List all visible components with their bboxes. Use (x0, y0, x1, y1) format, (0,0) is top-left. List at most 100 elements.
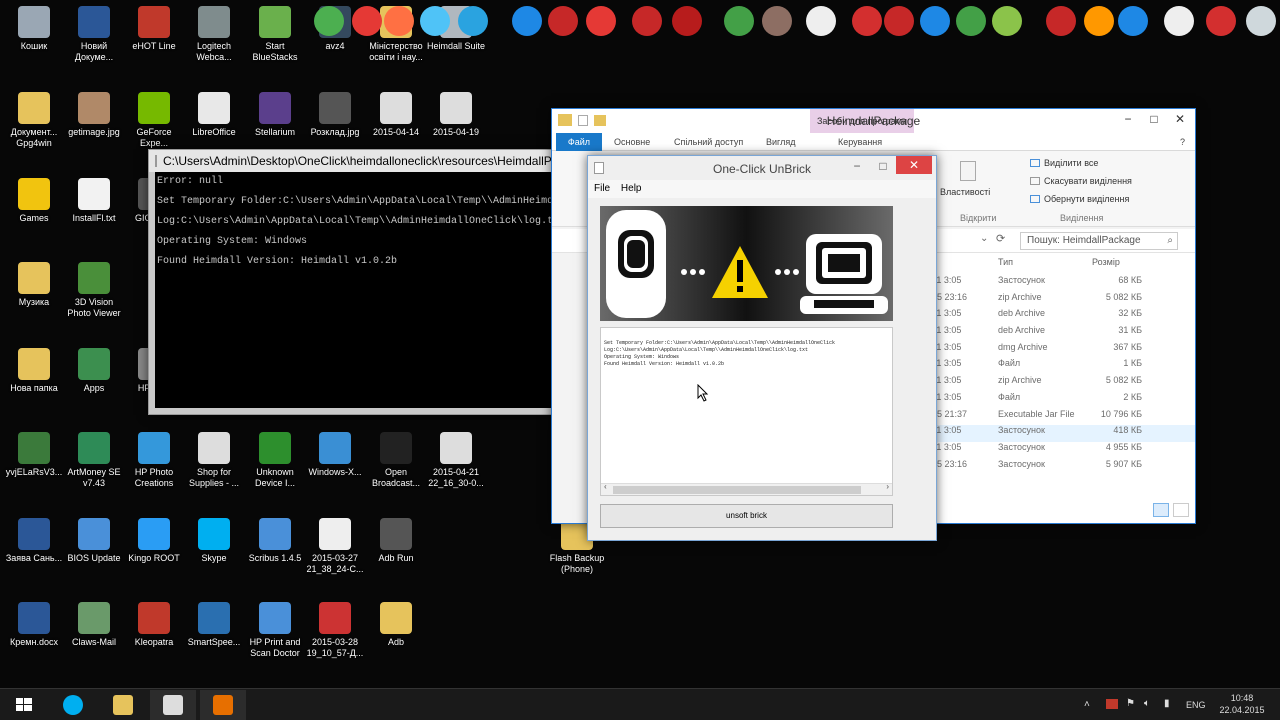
close-button[interactable]: ✕ (896, 156, 932, 174)
gift-icon[interactable] (672, 6, 702, 36)
filezilla-icon[interactable] (548, 6, 578, 36)
firefox-icon[interactable] (384, 6, 414, 36)
menu-file[interactable]: File (594, 183, 610, 194)
ccleaner-icon[interactable] (1206, 6, 1236, 36)
desktop-icon[interactable]: Logitech Webca... (182, 2, 246, 84)
drop-icon[interactable] (512, 6, 542, 36)
details-view-icon[interactable] (1153, 503, 1169, 517)
dc-icon[interactable] (1046, 6, 1076, 36)
opera-icon[interactable] (352, 6, 382, 36)
desktop-icon[interactable]: yvjELaRsV3... (2, 428, 66, 510)
tab-view[interactable]: Вигляд (766, 137, 796, 147)
table-row[interactable]: 11 3:05 deb Archive 31 КБ (932, 325, 1195, 342)
file-list[interactable]: Тип Розмір 11 3:05 Застосунок 68 КБ 15 23:1… (932, 253, 1195, 523)
clock-icon[interactable] (1164, 6, 1194, 36)
tab-home[interactable]: Основне (614, 137, 650, 147)
language-indicator[interactable]: ENG (1186, 689, 1206, 720)
table-row[interactable]: 15 21:37 Executable Jar File 10 796 КБ (932, 409, 1195, 426)
table-row[interactable]: 11 3:05 zip Archive 5 082 КБ (932, 375, 1195, 392)
explorer-title-bar[interactable]: Засоби для програми HeimdallPackage − □ … (552, 109, 1195, 133)
desktop-icon[interactable]: BIOS Update (62, 514, 126, 596)
system-tray[interactable]: ˄ ⚑ 🔈︎ ▮ (1076, 689, 1196, 720)
properties-button[interactable]: Властивості (940, 187, 990, 197)
telegram-icon[interactable] (458, 6, 488, 36)
desktop-icon[interactable]: getimage.jpg (62, 88, 126, 170)
volume-icon[interactable]: 🔈︎ (1144, 698, 1150, 709)
select-none-button[interactable]: Скасувати виділення (1044, 176, 1132, 186)
desktop-icon[interactable]: SmartSpee... (182, 598, 246, 680)
close-button[interactable]: ✕ (1167, 109, 1193, 129)
desktop-icon[interactable]: Start BlueStacks (243, 2, 307, 84)
unbrick-log[interactable]: Set Temporary Folder:C:\Users\Admin\AppD… (600, 327, 893, 496)
taskbar-button[interactable] (200, 690, 246, 720)
select-all-button[interactable]: Виділити все (1044, 158, 1098, 168)
map-icon[interactable] (920, 6, 950, 36)
desktop-icon[interactable]: 2015-03-28 19_10_57-Д... (303, 598, 367, 680)
column-type[interactable]: Тип (998, 257, 1013, 267)
desktop-icon[interactable]: Документ... Gpg4win (2, 88, 66, 170)
desktop-icon[interactable]: Skype (182, 514, 246, 596)
desktop-icon[interactable]: InstallFl.txt (62, 174, 126, 256)
table-row[interactable]: 15 23:16 Застосунок 5 907 КБ (932, 459, 1195, 476)
desktop-icon[interactable]: Adb (364, 598, 428, 680)
minimize-button[interactable]: − (1115, 109, 1141, 129)
sheet-icon[interactable] (956, 6, 986, 36)
desktop-icon[interactable]: 2015-04-21 22_16_30-0... (424, 428, 488, 510)
minimize-button[interactable]: − (844, 156, 870, 176)
taskbar-button[interactable] (100, 690, 146, 720)
desktop-icon[interactable]: ArtMoney SE v7.43 (62, 428, 126, 510)
desktop-icon[interactable]: Claws-Mail (62, 598, 126, 680)
column-size[interactable]: Розмір (1092, 257, 1174, 267)
unbrick-window[interactable]: One-Click UnBrick − □ ✕ File Help Set Te… (587, 155, 937, 541)
ccleaner-icon[interactable] (852, 6, 882, 36)
desktop-icon[interactable]: Музика (2, 258, 66, 340)
menu-help[interactable]: Help (621, 183, 642, 194)
desktop-icon[interactable]: Adb Run (364, 514, 428, 596)
invert-selection-button[interactable]: Обернути виділення (1044, 194, 1129, 204)
table-row[interactable]: 11 3:05 deb Archive 32 КБ (932, 308, 1195, 325)
taskbar-button[interactable] (4, 690, 44, 720)
unbrick-title-bar[interactable]: One-Click UnBrick − □ ✕ (588, 156, 936, 180)
desktop-icon[interactable]: Apps (62, 344, 126, 426)
chevron-up-icon[interactable]: ˄ (1084, 699, 1090, 710)
clock[interactable]: 10:48 22.04.2015 (1214, 689, 1270, 720)
console-output[interactable]: Error: null Set Temporary Folder:C:\Users… (155, 172, 587, 408)
desktop-icon[interactable]: Заява Сань... (2, 514, 66, 596)
table-row[interactable]: 15 23:16 zip Archive 5 082 КБ (932, 292, 1195, 309)
diamond-icon[interactable] (806, 6, 836, 36)
vlc-icon[interactable] (1084, 6, 1114, 36)
desktop-icon[interactable]: Кошик (2, 2, 66, 84)
desktop-icon[interactable]: Кремн.docx (2, 598, 66, 680)
large-icons-view-icon[interactable] (1173, 503, 1189, 517)
gear-icon[interactable] (632, 6, 662, 36)
tray-app-icon[interactable] (1106, 699, 1118, 709)
desktop-icon[interactable]: Новий Докуме... (62, 2, 126, 84)
desktop-icon[interactable]: 2015-03-27 21_38_24-C... (303, 514, 367, 596)
tab-file[interactable]: Файл (556, 133, 602, 151)
scroll-right-icon[interactable]: › (885, 484, 890, 492)
table-row[interactable]: 11 3:05 Застосунок 4 955 КБ (932, 442, 1195, 459)
taskbar-button[interactable] (150, 690, 196, 720)
desktop-icon[interactable]: Games (2, 174, 66, 256)
desktop-icon[interactable]: Shop for Supplies - ... (182, 428, 246, 510)
maximize-button[interactable]: □ (870, 156, 896, 176)
help-icon[interactable]: ? (1180, 137, 1185, 147)
refresh-icon[interactable]: ⟳ (996, 232, 1005, 245)
desktop-icon[interactable]: Scribus 1.4.5 (243, 514, 307, 596)
app-icon[interactable] (1246, 6, 1276, 36)
table-row[interactable]: 11 3:05 dmg Archive 367 КБ (932, 342, 1195, 359)
horizontal-scrollbar[interactable]: ‹ › (601, 483, 892, 495)
table-row[interactable]: 11 3:05 Застосунок 68 КБ (932, 275, 1195, 292)
table-row[interactable]: 11 3:05 Застосунок 418 КБ (932, 425, 1195, 442)
tab-manage[interactable]: Керування (838, 137, 882, 147)
flag-icon[interactable]: ⚑ (1126, 698, 1135, 709)
desktop-icon[interactable]: Kleopatra (122, 598, 186, 680)
mail-icon[interactable] (586, 6, 616, 36)
table-row[interactable]: 11 3:05 Файл 2 КБ (932, 392, 1195, 409)
desktop-icon[interactable]: eHOT Line (122, 2, 186, 84)
bolt-icon[interactable] (1118, 6, 1148, 36)
chevron-down-icon[interactable]: ⌄ (980, 233, 988, 244)
tab-share[interactable]: Спільний доступ (674, 137, 743, 147)
scroll-left-icon[interactable]: ‹ (603, 484, 608, 492)
maximize-button[interactable]: □ (1141, 109, 1167, 129)
